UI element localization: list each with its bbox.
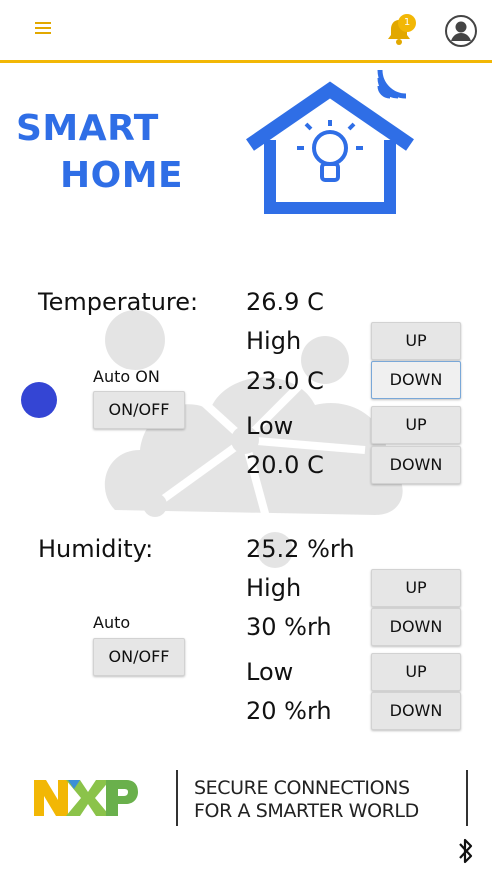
temperature-high-down-button[interactable]: DOWN xyxy=(371,361,461,399)
temperature-low-down-button[interactable]: DOWN xyxy=(371,446,461,484)
temperature-status-indicator xyxy=(21,382,57,418)
temperature-low-label: Low xyxy=(246,412,294,440)
humidity-high-value: 30 %rh xyxy=(246,613,332,641)
profile-icon[interactable] xyxy=(444,14,478,48)
temperature-auto-label: Auto ON xyxy=(93,367,160,386)
humidity-label: Humidity: xyxy=(38,535,154,563)
humidity-auto-toggle-button[interactable]: ON/OFF xyxy=(93,638,185,676)
footer-tagline-line1: SECURE CONNECTIONS xyxy=(194,777,410,799)
top-app-bar xyxy=(0,0,492,63)
humidity-auto-label: Auto xyxy=(93,613,131,632)
footer-tagline-line2: FOR A SMARTER WORLD xyxy=(194,800,419,822)
bluetooth-icon[interactable] xyxy=(457,836,475,866)
temperature-low-value: 20.0 C xyxy=(246,451,324,479)
humidity-high-up-button[interactable]: UP xyxy=(371,569,461,607)
footer-divider-right xyxy=(466,770,468,826)
notification-badge: 1 xyxy=(398,14,416,32)
temperature-high-value: 23.0 C xyxy=(246,367,324,395)
humidity-low-label: Low xyxy=(246,658,294,686)
footer-divider xyxy=(176,770,178,826)
humidity-low-value: 20 %rh xyxy=(246,697,332,725)
temperature-low-up-button[interactable]: UP xyxy=(371,406,461,444)
humidity-high-down-button[interactable]: DOWN xyxy=(371,608,461,646)
brand-line2: HOME xyxy=(60,155,184,196)
temperature-auto-toggle-button[interactable]: ON/OFF xyxy=(93,391,185,429)
humidity-high-label: High xyxy=(246,574,302,602)
hamburger-menu-icon[interactable] xyxy=(35,22,51,36)
smart-house-logo xyxy=(246,70,414,214)
temperature-high-up-button[interactable]: UP xyxy=(371,322,461,360)
temperature-high-label: High xyxy=(246,327,302,355)
nxp-logo xyxy=(34,780,138,816)
temperature-value: 26.9 C xyxy=(246,288,324,316)
brand-line1: SMART xyxy=(16,108,159,149)
temperature-label: Temperature: xyxy=(38,288,199,316)
humidity-value: 25.2 %rh xyxy=(246,535,355,563)
humidity-low-up-button[interactable]: UP xyxy=(371,653,461,691)
humidity-low-down-button[interactable]: DOWN xyxy=(371,692,461,730)
